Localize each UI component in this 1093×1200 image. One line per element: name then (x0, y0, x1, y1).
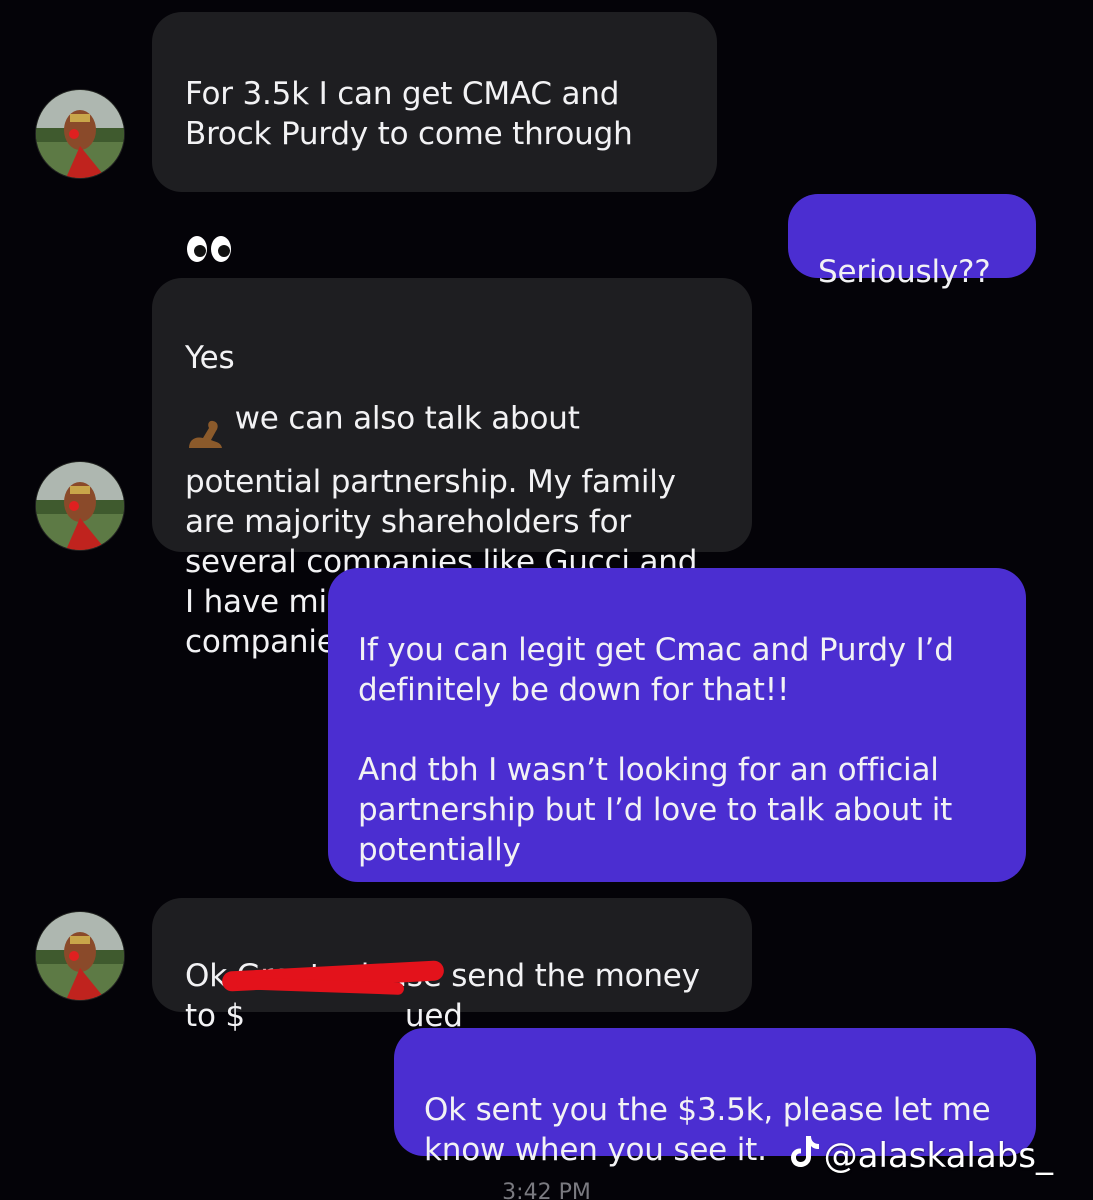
tiktok-icon (790, 1134, 820, 1177)
sender-avatar[interactable] (36, 462, 124, 550)
message-bubble-outgoing[interactable]: Seriously?? (788, 194, 1036, 290)
tiktok-watermark: @alaskalabs_ (790, 1134, 1053, 1177)
chat-screen: For 3.5k I can get CMAC and Brock Purdy … (0, 0, 1093, 1200)
avatar-photo-icon (36, 462, 124, 550)
avatar-photo-icon (36, 90, 124, 178)
message-bubble-incoming[interactable]: Ok Great, please send the money to $ued (152, 898, 752, 1034)
eyes-emoji-icon (185, 194, 233, 274)
watermark-handle: @alaskalabs_ (823, 1135, 1053, 1176)
message-bubble-outgoing[interactable]: If you can legit get Cmac and Purdy I’d … (328, 568, 1026, 882)
sender-avatar[interactable] (36, 912, 124, 1000)
message-text-prefix: Yes (185, 340, 235, 376)
avatar-photo-icon (36, 912, 124, 1000)
sender-avatar[interactable] (36, 90, 124, 178)
message-text: For 3.5k I can get CMAC and Brock Purdy … (185, 76, 633, 152)
message-text: If you can legit get Cmac and Purdy I’d … (358, 632, 954, 868)
message-text: Seriously?? (818, 254, 991, 290)
message-bubble-incoming[interactable]: Yes we can also talk about potential par… (152, 278, 752, 660)
message-bubble-incoming[interactable]: For 3.5k I can get CMAC and Brock Purdy … (152, 12, 717, 262)
message-timestamp: 3:42 PM (502, 1180, 591, 1200)
flexed-biceps-emoji-icon (185, 378, 225, 462)
